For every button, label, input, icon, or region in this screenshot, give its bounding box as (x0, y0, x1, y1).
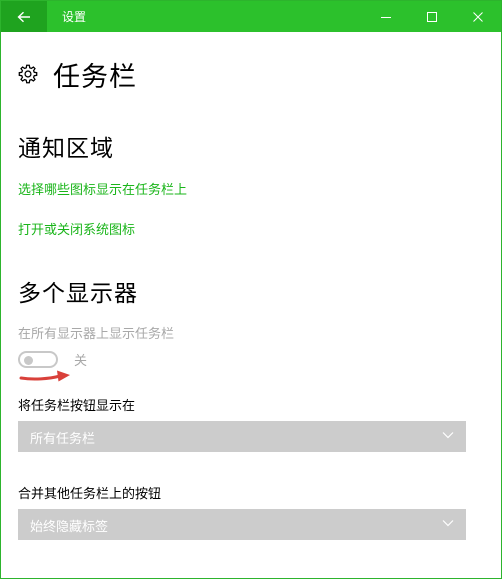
combine-buttons-dropdown[interactable]: 始终隐藏标签 (18, 509, 466, 540)
back-button[interactable] (1, 1, 47, 32)
minimize-button[interactable] (363, 1, 409, 32)
title-bar: 设置 (1, 1, 501, 32)
annotation-arrow-icon (19, 370, 70, 382)
show-on-all-displays-toggle-row: 关 (18, 350, 87, 369)
minimize-icon (381, 16, 391, 18)
page-header: 任务栏 (17, 56, 137, 93)
close-button[interactable] (455, 1, 501, 32)
settings-window: 设置 任务栏 通知区域 选择哪些图标显示在任务栏上 打开或关闭系统图标 多个显示… (0, 0, 502, 579)
notification-area-heading: 通知区域 (18, 136, 114, 162)
buttons-on-dropdown[interactable]: 所有任务栏 (18, 421, 466, 452)
combine-buttons-dropdown-value: 始终隐藏标签 (30, 520, 109, 535)
show-on-all-displays-toggle[interactable] (18, 351, 58, 368)
page-title: 任务栏 (53, 61, 137, 93)
toggle-state-label: 关 (74, 354, 88, 369)
settings-content: 任务栏 通知区域 选择哪些图标显示在任务栏上 打开或关闭系统图标 多个显示器 在… (1, 32, 501, 578)
chevron-down-icon (442, 432, 454, 439)
select-taskbar-icons-link[interactable]: 选择哪些图标显示在任务栏上 (18, 179, 187, 198)
close-icon (473, 11, 483, 22)
show-on-all-displays-label: 在所有显示器上显示任务栏 (18, 327, 175, 342)
toggle-knob (24, 355, 33, 365)
buttons-on-dropdown-value: 所有任务栏 (30, 432, 96, 447)
window-title: 设置 (62, 10, 87, 24)
maximize-button[interactable] (409, 1, 455, 32)
gear-icon (18, 64, 38, 84)
chevron-down-icon (442, 520, 454, 527)
system-icons-link[interactable]: 打开或关闭系统图标 (18, 219, 135, 238)
back-arrow-icon (17, 11, 30, 22)
buttons-on-label: 将任务栏按钮显示在 (18, 399, 136, 414)
combine-buttons-label: 合并其他任务栏上的按钮 (18, 487, 162, 502)
maximize-icon (427, 11, 437, 22)
multiple-displays-heading: 多个显示器 (18, 281, 138, 307)
